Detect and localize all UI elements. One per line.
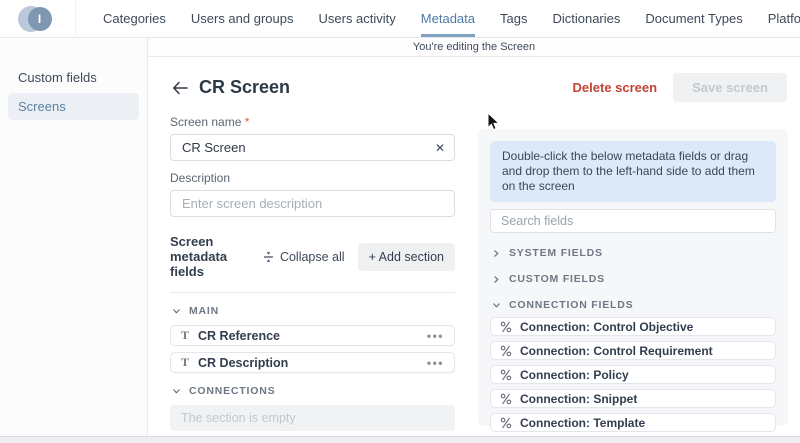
sidebar-item-screens[interactable]: Screens (8, 93, 139, 120)
clear-input-icon[interactable]: ✕ (435, 141, 445, 153)
sidebar: Custom fieldsScreens (0, 38, 148, 436)
footer-strip (0, 436, 800, 443)
empty-section-placeholder: The section is empty (170, 405, 455, 431)
chevron-down-icon (492, 301, 501, 310)
top-nav-bar: I Categories Users and groups Users activi… (0, 0, 800, 38)
chevron-down-icon (172, 387, 181, 396)
screen-field-card[interactable]: TCR Reference••• (170, 325, 455, 346)
collapse-vertical-icon (263, 251, 274, 263)
editing-banner: You're editing the Screen (148, 38, 800, 57)
nav-item-tags[interactable]: Tags (500, 0, 527, 37)
nav-item-categories[interactable]: Categories (103, 0, 166, 37)
avatar[interactable]: I (18, 5, 58, 33)
back-button[interactable] (170, 78, 190, 98)
collapse-all-button[interactable]: Collapse all (263, 250, 345, 264)
delete-screen-button[interactable]: Delete screen (573, 80, 658, 95)
screen-sections: MAIN TCR Reference••• TCR Description••• CO… (170, 305, 455, 431)
page-title: CR Screen (199, 77, 290, 98)
fields-palette: Double-click the below metadata fields o… (478, 129, 788, 426)
connection-icon (500, 321, 512, 333)
page-header: CR Screen Delete screen Save screen (148, 57, 800, 115)
palette-field-card[interactable]: Connection: Snippet (490, 389, 776, 408)
avatar-zone: I (0, 0, 76, 37)
connection-icon (500, 345, 512, 357)
palette-field-card[interactable]: Connection: Control Requirement (490, 341, 776, 360)
nav-item-platform-configuration[interactable]: Platform Configuration (768, 0, 800, 37)
chevron-right-icon (492, 275, 501, 284)
palette-hint: Double-click the below metadata fields o… (490, 141, 776, 202)
chevron-right-icon (492, 249, 501, 258)
connection-icon (500, 369, 512, 381)
nav-item-users-and-groups[interactable]: Users and groups (191, 0, 294, 37)
palette-field-card[interactable]: Connection: Policy (490, 365, 776, 384)
avatar-initial: I (28, 7, 52, 31)
add-section-button[interactable]: + Add section (358, 243, 455, 271)
screen-field-card[interactable]: TCR Description••• (170, 352, 455, 373)
fields-toolbar: Screen metadata fields Collapse all + Ad… (170, 234, 455, 279)
nav-item-users-activity[interactable]: Users activity (319, 0, 396, 37)
palette-group-custom-fields[interactable]: CUSTOM FIELDS (492, 273, 774, 285)
save-screen-button[interactable]: Save screen (673, 73, 787, 102)
text-field-icon: T (181, 355, 189, 370)
main-nav: Categories Users and groups Users activity… (76, 0, 800, 37)
search-fields-input[interactable] (490, 209, 776, 233)
screen-name-label: Screen name * (170, 115, 455, 129)
palette-groups: SYSTEM FIELDS CUSTOM FIELDS CONNECTION FIE… (490, 247, 776, 432)
content-area: You're editing the Screen CR Screen Dele… (148, 38, 800, 436)
chevron-down-icon (172, 307, 181, 316)
nav-item-dictionaries[interactable]: Dictionaries (552, 0, 620, 37)
fields-toolbar-title: Screen metadata fields (170, 234, 263, 279)
screen-name-input[interactable] (170, 134, 455, 161)
connection-icon (500, 417, 512, 429)
screen-form: Screen name * ✕ Description Screen metad… (170, 115, 455, 436)
palette-field-card[interactable]: Connection: Control Objective (490, 317, 776, 336)
divider (170, 292, 455, 293)
nav-item-metadata[interactable]: Metadata (421, 0, 475, 37)
palette-group-system-fields[interactable]: SYSTEM FIELDS (492, 247, 774, 259)
text-field-icon: T (181, 328, 189, 343)
editing-banner-text: You're editing the Screen (413, 41, 535, 53)
screen-description-input[interactable] (170, 190, 455, 217)
description-label: Description (170, 171, 455, 185)
section-header-main[interactable]: MAIN (172, 305, 453, 317)
nav-item-document-types[interactable]: Document Types (645, 0, 742, 37)
sidebar-item-custom-fields[interactable]: Custom fields (8, 64, 139, 91)
palette-field-card[interactable]: Connection: Template (490, 413, 776, 432)
connection-icon (500, 393, 512, 405)
required-asterisk: * (245, 115, 250, 129)
palette-group-connection-fields[interactable]: CONNECTION FIELDS (492, 299, 774, 311)
section-header-connections[interactable]: CONNECTIONS (172, 385, 453, 397)
back-arrow-icon (172, 81, 188, 95)
